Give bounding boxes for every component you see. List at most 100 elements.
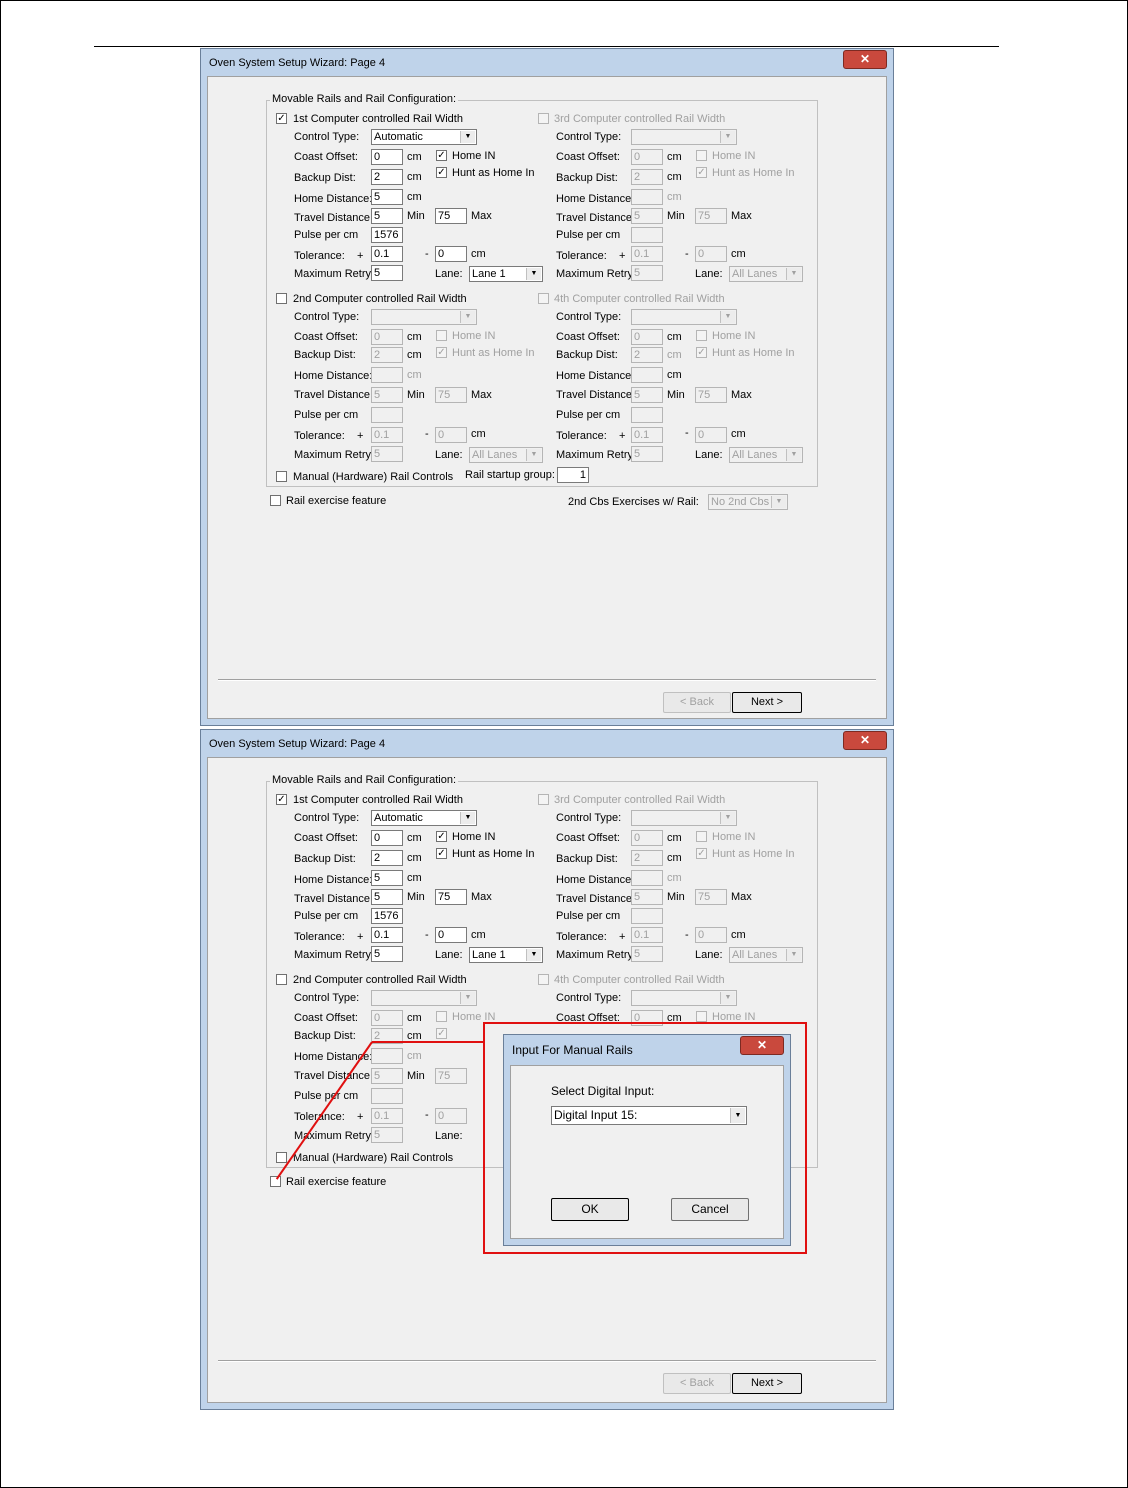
rail2-tolerance-minus-input[interactable]: 0 (435, 1108, 467, 1124)
rail1-backup-dist-input[interactable]: 2 (371, 169, 403, 185)
rail2-home-in-checkbox[interactable] (436, 330, 447, 341)
rail2-pulse-input[interactable] (371, 407, 403, 423)
rail4-home-in-checkbox[interactable] (696, 1011, 707, 1022)
rail2-control-type-dropdown[interactable]: ▼ (371, 990, 477, 1006)
rail1-tolerance-plus-input[interactable]: 0.1 (371, 246, 403, 262)
rail2-home-distance-input[interactable] (371, 1048, 403, 1064)
rail2-travel-min-input[interactable]: 5 (371, 1068, 403, 1084)
cbs-exercise-dropdown[interactable]: No 2nd Cbs ▼ (708, 494, 788, 510)
rail2-home-in-checkbox[interactable] (436, 1011, 447, 1022)
rail3-tolerance-plus-input[interactable]: 0.1 (631, 927, 663, 943)
rail3-checkbox[interactable] (538, 794, 549, 805)
rail1-hunt-home-checkbox[interactable]: ✓ (436, 167, 447, 178)
rail3-checkbox[interactable] (538, 113, 549, 124)
rail1-retry-input[interactable]: 5 (371, 946, 403, 962)
rail1-tolerance-minus-input[interactable]: 0 (435, 927, 467, 943)
rail4-lane-dropdown[interactable]: All Lanes ▼ (729, 447, 803, 463)
rail1-lane-dropdown[interactable]: Lane 1 ▼ (469, 266, 543, 282)
rail3-control-type-dropdown[interactable]: ▼ (631, 810, 737, 826)
rail3-lane-dropdown[interactable]: All Lanes ▼ (729, 947, 803, 963)
rail1-retry-input[interactable]: 5 (371, 265, 403, 281)
rail3-home-distance-input[interactable] (631, 870, 663, 886)
rail2-tolerance-plus-input[interactable]: 0.1 (371, 1108, 403, 1124)
rail1-control-type-dropdown[interactable]: Automatic ▼ (371, 129, 477, 145)
rail1-home-distance-input[interactable]: 5 (371, 189, 403, 205)
rail4-backup-dist-input[interactable]: 2 (631, 347, 663, 363)
rail3-pulse-input[interactable] (631, 908, 663, 924)
rail2-lane-dropdown[interactable]: All Lanes ▼ (469, 447, 543, 463)
next-button[interactable]: Next > (732, 692, 802, 713)
rail2-coast-offset-input[interactable]: 0 (371, 329, 403, 345)
rail1-travel-min-input[interactable]: 5 (371, 889, 403, 905)
close-icon[interactable]: ✕ (843, 50, 887, 69)
rail1-hunt-home-checkbox[interactable]: ✓ (436, 848, 447, 859)
rail1-travel-min-input[interactable]: 5 (371, 208, 403, 224)
rail3-travel-min-input[interactable]: 5 (631, 889, 663, 905)
rail4-home-in-checkbox[interactable] (696, 330, 707, 341)
rail3-home-distance-input[interactable] (631, 189, 663, 205)
rail4-tolerance-minus-input[interactable]: 0 (695, 427, 727, 443)
back-button[interactable]: < Back (663, 692, 731, 713)
rail3-home-in-checkbox[interactable] (696, 150, 707, 161)
manual-rail-checkbox[interactable] (276, 471, 287, 482)
rail2-travel-min-input[interactable]: 5 (371, 387, 403, 403)
rail2-pulse-input[interactable] (371, 1088, 403, 1104)
back-button[interactable]: < Back (663, 1373, 731, 1394)
rail2-retry-input[interactable]: 5 (371, 1127, 403, 1143)
rail2-backup-dist-input[interactable]: 2 (371, 347, 403, 363)
rail2-tolerance-minus-input[interactable]: 0 (435, 427, 467, 443)
rail2-checkbox[interactable] (276, 293, 287, 304)
close-icon[interactable]: ✕ (843, 731, 887, 750)
rail4-travel-min-input[interactable]: 5 (631, 387, 663, 403)
rail4-retry-input[interactable]: 5 (631, 446, 663, 462)
rail3-lane-dropdown[interactable]: All Lanes ▼ (729, 266, 803, 282)
rail3-backup-dist-input[interactable]: 2 (631, 850, 663, 866)
rail4-control-type-dropdown[interactable]: ▼ (631, 309, 737, 325)
rail1-tolerance-minus-input[interactable]: 0 (435, 246, 467, 262)
rail1-lane-dropdown[interactable]: Lane 1 ▼ (469, 947, 543, 963)
rail-exercise-checkbox[interactable] (270, 495, 281, 506)
rail1-tolerance-plus-input[interactable]: 0.1 (371, 927, 403, 943)
rail2-travel-max-input[interactable]: 75 (435, 1068, 467, 1084)
rail-startup-group-input[interactable]: 1 (557, 467, 589, 483)
rail3-home-in-checkbox[interactable] (696, 831, 707, 842)
rail2-control-type-dropdown[interactable]: ▼ (371, 309, 477, 325)
rail2-checkbox[interactable] (276, 974, 287, 985)
rail4-home-distance-input[interactable] (631, 367, 663, 383)
rail4-pulse-input[interactable] (631, 407, 663, 423)
rail1-travel-max-input[interactable]: 75 (435, 208, 467, 224)
rail4-checkbox[interactable] (538, 293, 549, 304)
rail3-travel-min-input[interactable]: 5 (631, 208, 663, 224)
rail2-home-distance-input[interactable] (371, 367, 403, 383)
rail1-home-in-checkbox[interactable]: ✓ (436, 831, 447, 842)
rail3-control-type-dropdown[interactable]: ▼ (631, 129, 737, 145)
rail1-home-in-checkbox[interactable]: ✓ (436, 150, 447, 161)
rail3-hunt-home-checkbox[interactable]: ✓ (696, 167, 707, 178)
rail2-hunt-home-checkbox[interactable]: ✓ (436, 347, 447, 358)
next-button[interactable]: Next > (732, 1373, 802, 1394)
rail1-checkbox[interactable]: ✓ (276, 113, 287, 124)
rail1-control-type-dropdown[interactable]: Automatic ▼ (371, 810, 477, 826)
rail2-travel-max-input[interactable]: 75 (435, 387, 467, 403)
rail3-tolerance-minus-input[interactable]: 0 (695, 927, 727, 943)
rail3-coast-offset-input[interactable]: 0 (631, 830, 663, 846)
rail1-pulse-input[interactable]: 1576 (371, 227, 403, 243)
rail4-control-type-dropdown[interactable]: ▼ (631, 990, 737, 1006)
rail3-retry-input[interactable]: 5 (631, 946, 663, 962)
rail2-hunt-home-checkbox[interactable]: ✓ (436, 1028, 447, 1039)
rail3-tolerance-minus-input[interactable]: 0 (695, 246, 727, 262)
rail3-hunt-home-checkbox[interactable]: ✓ (696, 848, 707, 859)
rail1-coast-offset-input[interactable]: 0 (371, 149, 403, 165)
rail1-coast-offset-input[interactable]: 0 (371, 830, 403, 846)
rail1-backup-dist-input[interactable]: 2 (371, 850, 403, 866)
rail4-travel-max-input[interactable]: 75 (695, 387, 727, 403)
rail4-tolerance-plus-input[interactable]: 0.1 (631, 427, 663, 443)
rail3-retry-input[interactable]: 5 (631, 265, 663, 281)
rail3-tolerance-plus-input[interactable]: 0.1 (631, 246, 663, 262)
rail1-pulse-input[interactable]: 1576 (371, 908, 403, 924)
rail4-coast-offset-input[interactable]: 0 (631, 329, 663, 345)
rail2-coast-offset-input[interactable]: 0 (371, 1010, 403, 1026)
rail3-travel-max-input[interactable]: 75 (695, 208, 727, 224)
rail1-home-distance-input[interactable]: 5 (371, 870, 403, 886)
rail3-travel-max-input[interactable]: 75 (695, 889, 727, 905)
